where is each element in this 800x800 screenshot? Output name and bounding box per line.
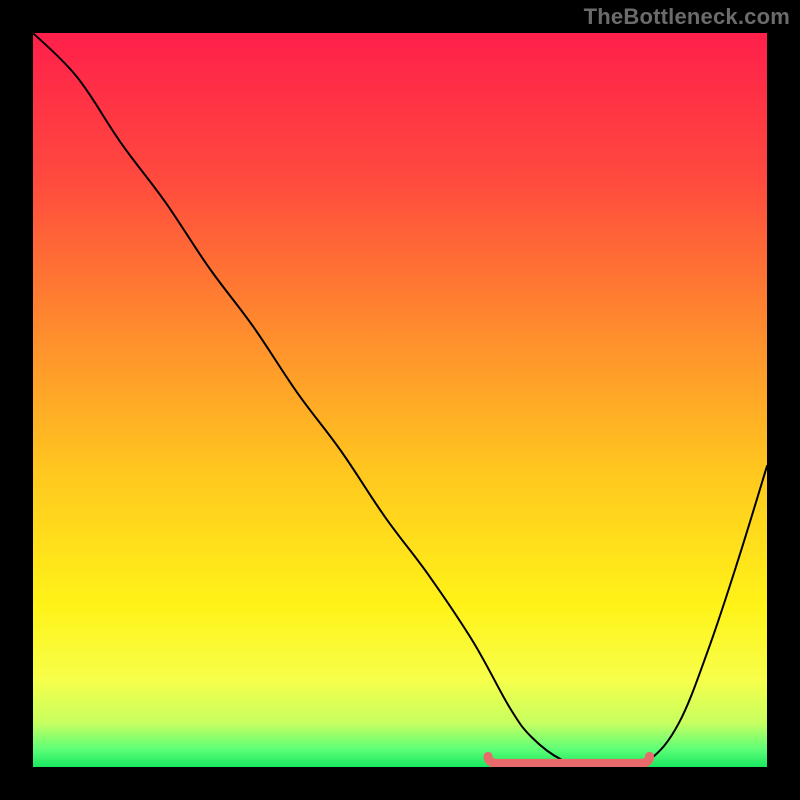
chart-svg [33, 33, 767, 767]
chart-frame: TheBottleneck.com [0, 0, 800, 800]
watermark-label: TheBottleneck.com [584, 4, 790, 30]
chart-plot-area [33, 33, 767, 767]
gradient-background [33, 33, 767, 767]
